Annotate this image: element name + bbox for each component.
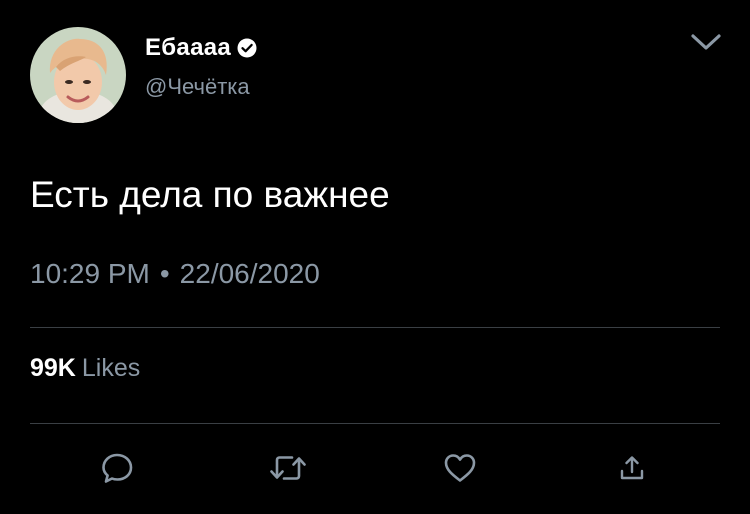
author-name-row[interactable]: Ебаааа: [145, 33, 257, 63]
verified-badge-icon: [237, 38, 257, 58]
display-name[interactable]: Ебаааа: [145, 34, 231, 62]
divider: [30, 423, 720, 424]
tweet-timestamp[interactable]: 10:29 PM • 22/06/2020: [30, 258, 320, 290]
tweet-time: 10:29 PM: [30, 258, 150, 289]
tweet-date: 22/06/2020: [179, 258, 320, 289]
tweet-text: Есть дела по важнее: [30, 174, 390, 215]
avatar-photo: [30, 27, 126, 123]
user-handle[interactable]: @Чечётка: [145, 74, 250, 100]
reply-icon[interactable]: [97, 448, 137, 488]
likes-stat[interactable]: 99K Likes: [30, 354, 140, 383]
divider: [30, 327, 720, 328]
likes-label: Likes: [81, 354, 141, 382]
tweet-card: Ебаааа @Чечётка Есть дела по важнее 10:2…: [0, 0, 750, 514]
retweet-icon[interactable]: [268, 448, 308, 488]
heart-icon[interactable]: [440, 448, 480, 488]
meta-separator: •: [159, 258, 170, 289]
chevron-down-icon[interactable]: [688, 28, 724, 56]
likes-count: 99K: [30, 354, 76, 382]
avatar[interactable]: [30, 27, 126, 123]
share-icon[interactable]: [612, 448, 652, 488]
